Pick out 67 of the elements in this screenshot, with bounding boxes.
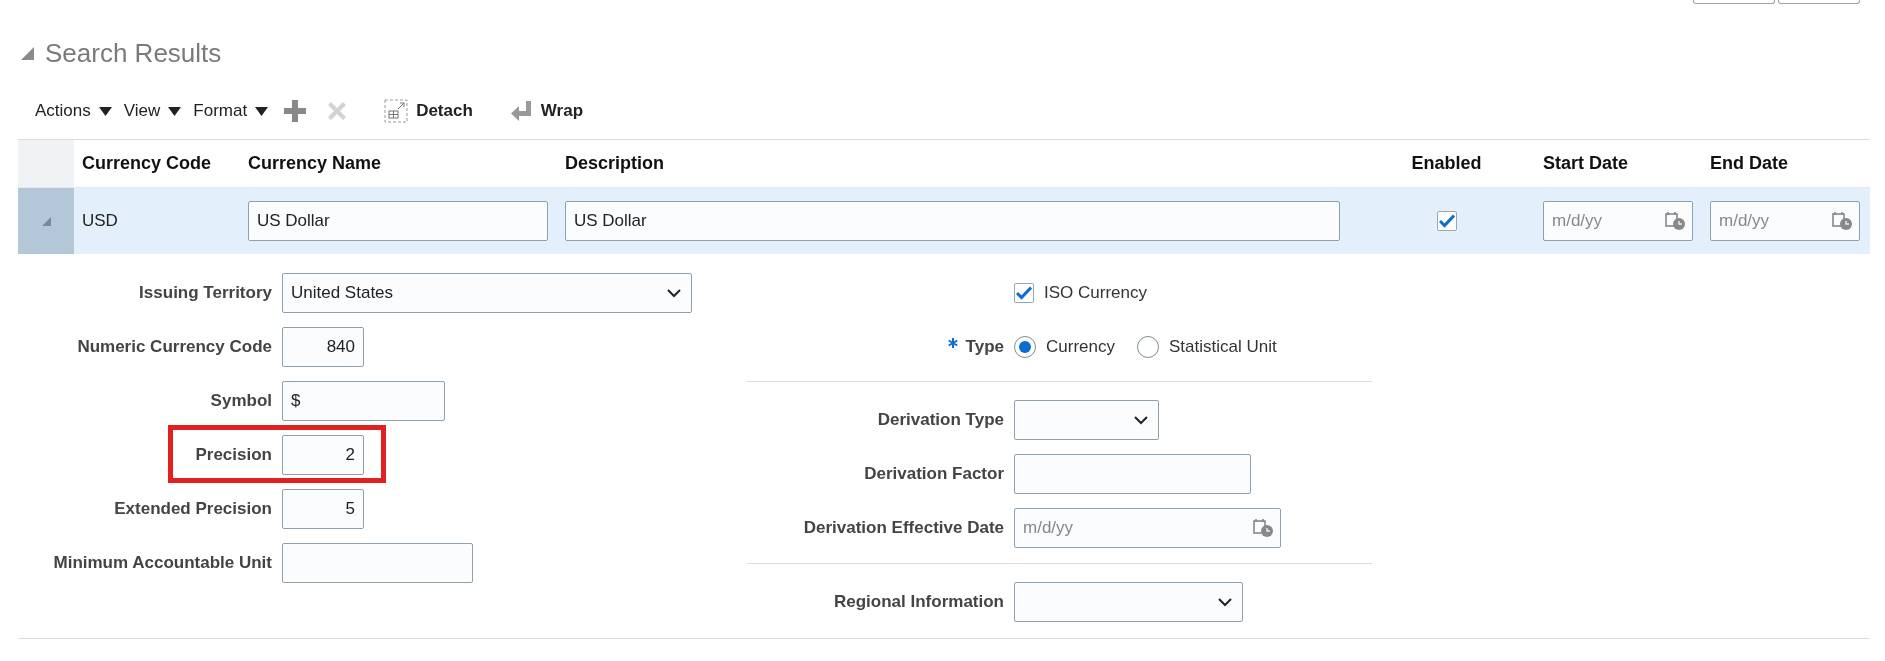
table-row[interactable]: USD US Dollar US Dollar m/d/yy m/d/yy	[18, 188, 1870, 254]
calendar-clock-icon[interactable]	[1665, 211, 1686, 231]
field-label: Issuing Territory	[138, 283, 272, 303]
radio-label: Statistical Unit	[1168, 337, 1277, 357]
input-field[interactable]: 5	[282, 489, 364, 529]
date-input[interactable]: m/d/yy	[1015, 517, 1253, 539]
calendar-clock-icon[interactable]	[1253, 518, 1274, 538]
field-label: Numeric Currency Code	[76, 337, 272, 357]
field-label: Derivation Effective Date	[802, 518, 1004, 538]
menu-button[interactable]: Actions	[31, 99, 116, 123]
close-icon	[326, 100, 349, 122]
return-arrow-icon	[510, 101, 533, 121]
field-label: Extended Precision	[113, 499, 272, 519]
input-field[interactable]: 840	[282, 327, 364, 367]
field-label: Type	[965, 337, 1004, 357]
field-label: Symbol	[209, 391, 272, 411]
input-field[interactable]: $	[282, 381, 445, 421]
date-field[interactable]: m/d/yy	[1543, 201, 1693, 241]
column-header: Start Date	[1542, 152, 1630, 175]
plus-icon	[284, 100, 307, 122]
radio-button[interactable]	[1014, 336, 1036, 358]
field-label: Precision	[194, 445, 272, 465]
checkbox-label: ISO Currency	[1044, 283, 1147, 303]
input-field[interactable]	[1014, 454, 1251, 494]
input-field[interactable]: 2	[282, 435, 364, 475]
button[interactable]	[1693, 0, 1775, 4]
section-title: Search Results	[45, 37, 222, 69]
chevron-down-icon	[667, 288, 681, 298]
collapse-triangle-icon[interactable]	[40, 215, 52, 227]
checkbox[interactable]	[1436, 211, 1457, 231]
select-field[interactable]	[1014, 582, 1243, 622]
column-header: Description	[564, 152, 666, 175]
detach-button[interactable]: Detach	[374, 95, 483, 127]
date-input[interactable]: m/d/yy	[1711, 210, 1832, 232]
detach-icon	[384, 99, 409, 123]
wrap-button[interactable]: Wrap	[500, 97, 594, 125]
chevron-down-icon	[1218, 597, 1232, 607]
caret-down-icon	[168, 106, 182, 116]
field-label: Regional Information	[833, 592, 1004, 612]
caret-down-icon	[98, 106, 112, 116]
chevron-down-icon	[1134, 415, 1148, 425]
date-field[interactable]: m/d/yy	[1710, 201, 1860, 241]
date-input[interactable]: m/d/yy	[1544, 210, 1665, 232]
input-field[interactable]: US Dollar	[565, 201, 1340, 241]
radio-label: Currency	[1046, 337, 1115, 357]
date-field[interactable]: m/d/yy	[1014, 508, 1281, 548]
field-label: Minimum Accountable Unit	[52, 553, 272, 573]
select-field[interactable]: United States	[282, 273, 692, 313]
caret-down-icon	[255, 106, 269, 116]
column-header: End Date	[1709, 152, 1789, 175]
column-header: Currency Code	[81, 152, 213, 175]
button[interactable]	[1778, 0, 1860, 4]
radio-button[interactable]	[1136, 336, 1159, 358]
input-field[interactable]	[282, 543, 473, 583]
column-header: Currency Name	[247, 152, 383, 175]
calendar-clock-icon[interactable]	[1832, 211, 1853, 231]
collapse-triangle-icon[interactable]	[20, 45, 35, 61]
column-header: Enabled	[1410, 152, 1483, 175]
select-field[interactable]	[1014, 400, 1159, 440]
menu-button[interactable]: View	[119, 99, 186, 123]
field-label: Derivation Type	[876, 410, 1004, 430]
corner-header-cell	[18, 140, 74, 187]
table-cell: USD	[82, 211, 118, 231]
checkbox[interactable]	[1014, 283, 1034, 303]
menu-button[interactable]: Format	[189, 99, 273, 123]
input-field[interactable]: US Dollar	[248, 201, 548, 241]
field-label: Derivation Factor	[863, 464, 1004, 484]
